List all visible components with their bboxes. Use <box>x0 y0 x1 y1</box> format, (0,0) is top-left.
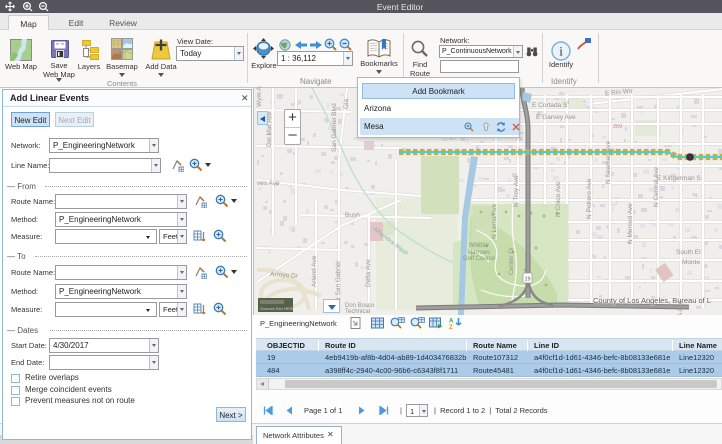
svg-text:19: 19 <box>524 277 530 283</box>
svg-text:i: i <box>559 44 563 59</box>
svg-text:Z: Z <box>449 325 453 329</box>
svg-text:A: A <box>449 319 454 325</box>
